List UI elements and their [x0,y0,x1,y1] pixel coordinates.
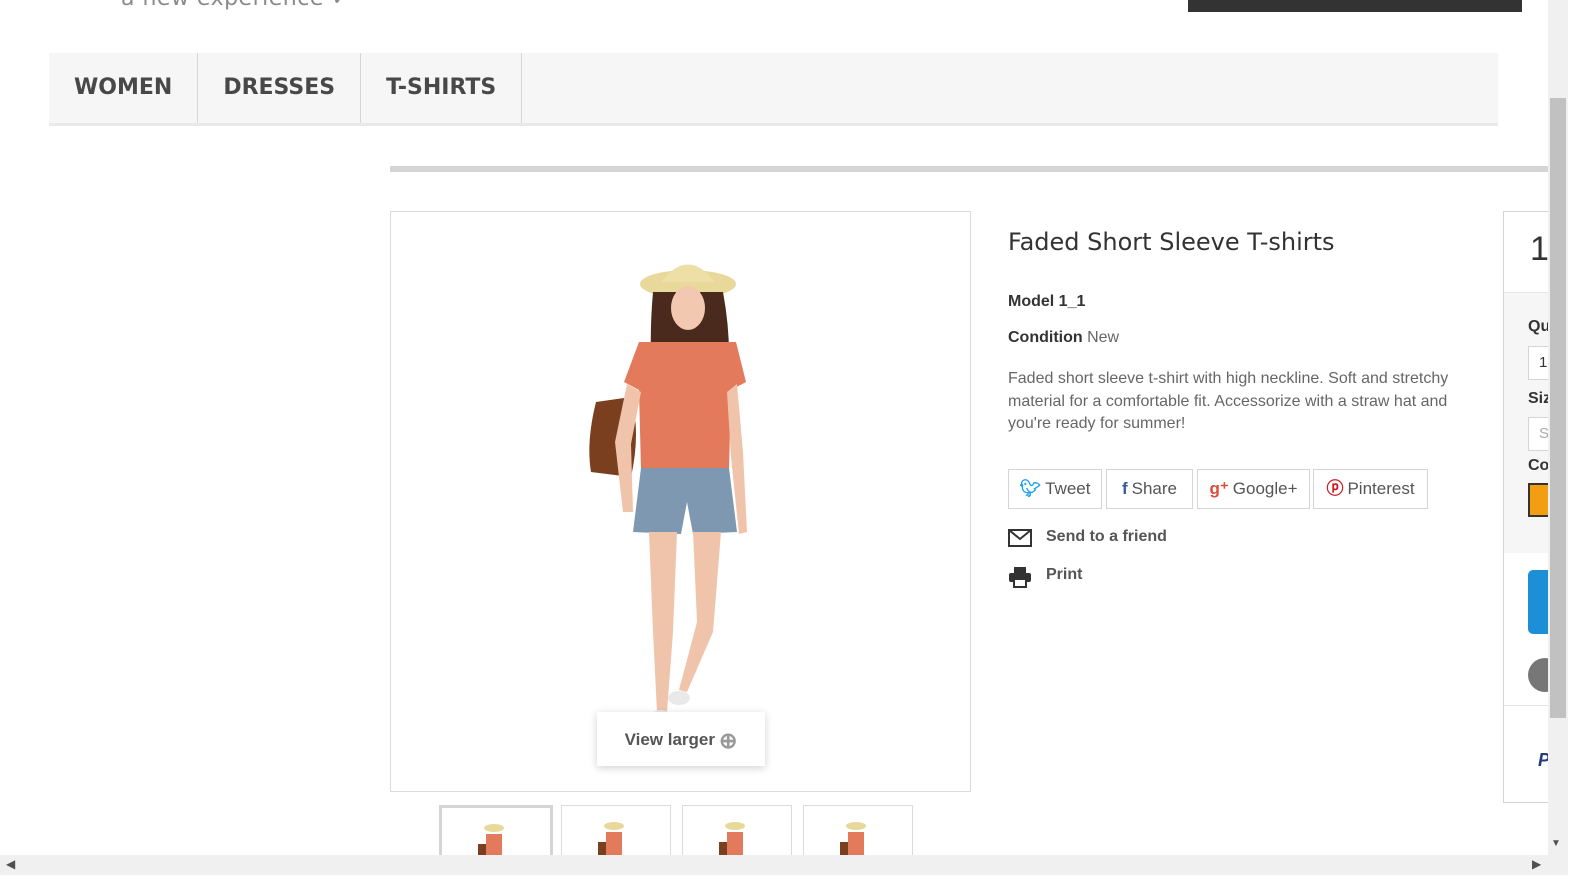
send-to-friend-label: Send to a friend [1046,528,1167,545]
product-model: Model 1_1 [1008,293,1086,310]
scroll-down-arrow-icon[interactable]: ▼ [1551,838,1561,849]
view-larger-label: View larger [624,730,715,749]
tweet-button[interactable]: 🐦︎ Tweet [1008,469,1102,509]
quantity-label: Qu [1528,318,1551,335]
tweet-label: Tweet [1045,479,1091,498]
send-to-friend-link[interactable]: Send to a friend [1008,528,1167,553]
header-search-bar[interactable] [1188,0,1522,12]
facebook-icon: f [1121,479,1128,498]
share-label: Share [1131,479,1178,498]
menu-item-tshirts[interactable]: T-SHIRTS [361,53,523,123]
tagline-text: a new experience [121,0,324,11]
pinterest-icon: ⓟ [1326,479,1344,498]
product-image[interactable]: View larger ⊕ [390,211,971,792]
product-condition: Condition New [1008,329,1119,347]
view-larger-button[interactable]: View larger ⊕ [597,712,765,766]
pinterest-button[interactable]: ⓟ Pinterest [1313,469,1428,509]
menu-item-dresses[interactable]: DRESSES [198,53,362,123]
pinterest-label: Pinterest [1347,479,1415,498]
product-price: 1 [1530,230,1549,268]
printer-icon [1009,567,1031,588]
print-link[interactable]: Print [1008,566,1082,593]
content-divider [390,166,1548,172]
model-photo [589,264,747,726]
window-edge [1568,0,1584,885]
google-plus-label: Google+ [1232,479,1298,498]
scroll-left-arrow-icon[interactable]: ◀ [6,857,15,871]
condition-value: New [1087,329,1120,346]
vertical-scrollbar-thumb[interactable] [1550,98,1566,718]
product-title: Faded Short Sleeve T-shirts [1008,228,1335,256]
envelope-icon [1008,529,1032,547]
scroll-right-arrow-icon[interactable]: ▶ [1532,857,1541,871]
share-button[interactable]: f Share [1106,469,1193,509]
main-menu: WOMEN DRESSES T-SHIRTS [49,53,1498,126]
zoom-icon: ⊕ [718,727,738,753]
product-description: Faded short sleeve t-shirt with high nec… [1008,370,1449,432]
print-label: Print [1046,566,1083,583]
condition-label: Condition [1008,329,1083,346]
google-plus-button[interactable]: g⁺ Google+ [1197,469,1310,509]
menu-item-women[interactable]: WOMEN [49,53,199,123]
twitter-icon: 🐦︎ [1019,479,1042,498]
color-label: Co [1528,457,1550,474]
horizontal-scrollbar[interactable] [0,855,1568,875]
header-tagline: • a new experience ✓ [100,0,350,11]
google-plus-icon: g⁺ [1209,479,1229,498]
